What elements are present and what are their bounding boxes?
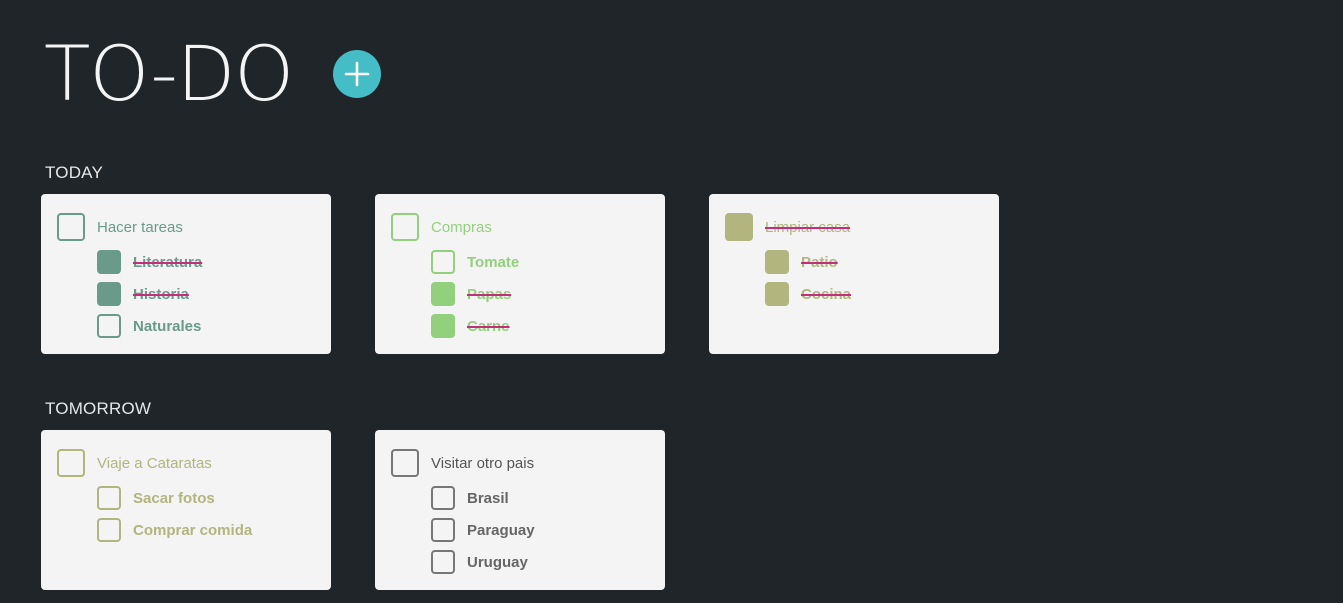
page-title: TO-DO bbox=[44, 29, 294, 118]
subtask-label: Historia bbox=[133, 285, 189, 303]
subtask-label: Sacar fotos bbox=[133, 489, 215, 507]
subtask-checkbox[interactable] bbox=[97, 314, 121, 338]
subtask-label: Paraguay bbox=[467, 521, 535, 539]
subtask-row: Naturales bbox=[97, 314, 201, 338]
subtask-row: Uruguay bbox=[431, 550, 528, 574]
subtask-row: Literatura bbox=[97, 250, 202, 274]
subtask-checkbox[interactable] bbox=[97, 250, 121, 274]
subtask-checkbox[interactable] bbox=[431, 250, 455, 274]
subtask-label: Patio bbox=[801, 253, 838, 271]
task-label: Visitar otro pais bbox=[431, 454, 535, 472]
subtask-checkbox[interactable] bbox=[431, 550, 455, 574]
subtask-checkbox[interactable] bbox=[97, 282, 121, 306]
subtask-label: Naturales bbox=[133, 317, 202, 335]
subtask-label: Cocina bbox=[801, 285, 852, 303]
task-row: Limpiar casa bbox=[725, 213, 850, 241]
subtask-row: Patio bbox=[765, 250, 838, 274]
subtask-row: Paraguay bbox=[431, 518, 535, 542]
subtask-checkbox[interactable] bbox=[765, 250, 789, 274]
subtask-row: Brasil bbox=[431, 486, 509, 510]
subtask-label: Uruguay bbox=[467, 553, 528, 571]
subtask-label: Carne bbox=[467, 317, 510, 335]
header: TO-DO bbox=[44, 28, 382, 120]
subtask-checkbox[interactable] bbox=[431, 282, 455, 306]
task-row: Visitar otro pais bbox=[391, 449, 534, 477]
section-label-today: TODAY bbox=[45, 163, 103, 182]
subtask-label: Brasil bbox=[467, 489, 509, 507]
subtask-checkbox[interactable] bbox=[431, 486, 455, 510]
subtask-row: Carne bbox=[431, 314, 510, 338]
task-checkbox[interactable] bbox=[391, 449, 419, 477]
subtask-checkbox[interactable] bbox=[97, 486, 121, 510]
subtask-row: Historia bbox=[97, 282, 189, 306]
task-card-limpiar-casa: Limpiar casa Patio Cocina bbox=[709, 194, 999, 354]
task-row: Viaje a Cataratas bbox=[57, 449, 212, 477]
subtask-label: Papas bbox=[467, 285, 512, 303]
task-checkbox[interactable] bbox=[725, 213, 753, 241]
subtask-row: Comprar comida bbox=[97, 518, 252, 542]
task-label: Compras bbox=[431, 218, 492, 236]
task-label: Hacer tareas bbox=[97, 218, 183, 236]
subtask-row: Cocina bbox=[765, 282, 851, 306]
task-checkbox[interactable] bbox=[57, 213, 85, 241]
subtask-row: Papas bbox=[431, 282, 511, 306]
plus-icon bbox=[344, 61, 370, 87]
subtask-checkbox[interactable] bbox=[765, 282, 789, 306]
task-card-visitar-otro-pais: Visitar otro pais Brasil Paraguay Urugua… bbox=[375, 430, 665, 590]
task-row: Hacer tareas bbox=[57, 213, 183, 241]
subtask-checkbox[interactable] bbox=[97, 518, 121, 542]
add-task-button[interactable] bbox=[333, 50, 382, 98]
section-label-tomorrow: TOMORROW bbox=[45, 399, 152, 418]
todo-page: TO-DO TODAY Hacer tareas Literatura Hist… bbox=[0, 0, 1343, 603]
task-label: Limpiar casa bbox=[765, 218, 851, 236]
task-row: Compras bbox=[391, 213, 492, 241]
subtask-checkbox[interactable] bbox=[431, 314, 455, 338]
task-card-compras: Compras Tomate Papas Carne bbox=[375, 194, 665, 354]
subtask-row: Tomate bbox=[431, 250, 519, 274]
subtask-label: Tomate bbox=[467, 253, 520, 271]
subtask-label: Comprar comida bbox=[133, 521, 253, 539]
task-label: Viaje a Cataratas bbox=[97, 454, 212, 472]
task-checkbox[interactable] bbox=[391, 213, 419, 241]
subtask-label: Literatura bbox=[133, 253, 203, 271]
task-card-viaje-a-cataratas: Viaje a Cataratas Sacar fotos Comprar co… bbox=[41, 430, 331, 590]
subtask-checkbox[interactable] bbox=[431, 518, 455, 542]
subtask-row: Sacar fotos bbox=[97, 486, 215, 510]
task-checkbox[interactable] bbox=[57, 449, 85, 477]
task-card-hacer-tareas: Hacer tareas Literatura Historia Natural… bbox=[41, 194, 331, 354]
